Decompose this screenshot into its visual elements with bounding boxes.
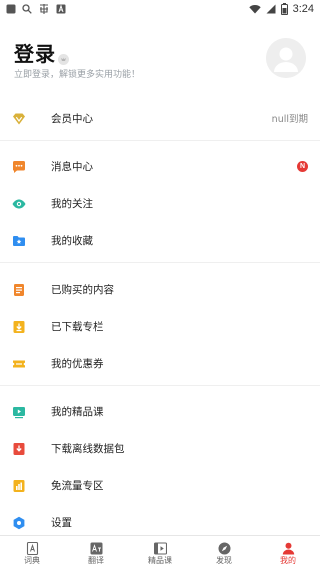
menu-item-my-courses[interactable]: 我的精品课 bbox=[0, 393, 320, 429]
download-icon bbox=[12, 319, 26, 333]
translate-icon bbox=[90, 540, 103, 555]
menu-item-offline-package[interactable]: 下载离线数据包 bbox=[0, 430, 320, 466]
status-bar: 3:24 bbox=[0, 0, 320, 18]
nav-label: 词典 bbox=[24, 556, 40, 565]
nav-label: 精品课 bbox=[148, 556, 172, 565]
menu-item-my-coupons[interactable]: 我的优惠券 bbox=[0, 345, 320, 381]
diamond-icon bbox=[12, 111, 26, 125]
person-icon bbox=[282, 540, 295, 555]
nav-tab-mine[interactable]: 我的 bbox=[256, 536, 320, 570]
app-square-icon bbox=[6, 4, 16, 14]
wifi-icon bbox=[248, 4, 261, 14]
nav-tab-discover[interactable]: 发现 bbox=[192, 536, 256, 570]
nav-label: 发现 bbox=[216, 556, 232, 565]
menu-label: 我的优惠券 bbox=[51, 357, 104, 370]
divider bbox=[0, 385, 320, 386]
data-bars-icon bbox=[12, 478, 26, 492]
divider bbox=[0, 140, 320, 141]
menu-label: 会员中心 bbox=[51, 112, 93, 125]
menu-item-my-favorites[interactable]: 我的收藏 bbox=[0, 222, 320, 258]
nav-tab-dictionary[interactable]: 词典 bbox=[0, 536, 64, 570]
chinese-char-icon bbox=[38, 3, 50, 15]
menu-item-purchased[interactable]: 已购买的内容 bbox=[0, 271, 320, 307]
menu-item-free-traffic-zone[interactable]: 免流量专区 bbox=[0, 467, 320, 503]
login-subtitle: 立即登录，解锁更多实用功能！ bbox=[14, 70, 141, 80]
menu-label: 我的关注 bbox=[51, 197, 93, 210]
menu-label: 免流量专区 bbox=[51, 479, 104, 492]
eye-icon bbox=[12, 196, 26, 210]
compass-icon bbox=[218, 540, 231, 555]
vip-expiry-text: null到期 bbox=[271, 114, 308, 125]
vip-badge-icon bbox=[58, 50, 69, 65]
dictionary-icon bbox=[26, 540, 39, 556]
menu-label: 已购买的内容 bbox=[51, 283, 114, 296]
menu-label: 下载离线数据包 bbox=[51, 442, 125, 455]
status-time: 3:24 bbox=[292, 3, 314, 15]
menu-label: 设置 bbox=[51, 516, 72, 529]
login-title[interactable]: 登录 bbox=[14, 38, 56, 67]
bottom-nav: 词典 翻译 精品课 发现 我的 bbox=[0, 535, 320, 570]
divider bbox=[0, 262, 320, 263]
menu-item-downloaded-columns[interactable]: 已下载专栏 bbox=[0, 308, 320, 344]
ticket-icon bbox=[12, 356, 26, 370]
nav-tab-translate[interactable]: 翻译 bbox=[64, 536, 128, 570]
folder-star-icon bbox=[12, 233, 26, 247]
battery-icon bbox=[280, 3, 288, 15]
nav-label: 翻译 bbox=[88, 556, 104, 565]
profile-header[interactable]: 登录 立即登录，解锁更多实用功能！ bbox=[0, 18, 320, 100]
nav-tab-courses[interactable]: 精品课 bbox=[128, 536, 192, 570]
offline-download-icon bbox=[12, 441, 26, 455]
avatar[interactable] bbox=[266, 38, 306, 78]
nav-label: 我的 bbox=[280, 556, 296, 565]
menu-item-message-center[interactable]: 消息中心 N bbox=[0, 148, 320, 184]
menu-item-my-follows[interactable]: 我的关注 bbox=[0, 185, 320, 221]
notification-badge: N bbox=[297, 160, 308, 172]
menu-label: 消息中心 bbox=[51, 160, 93, 173]
font-a-icon bbox=[56, 4, 66, 14]
search-icon bbox=[22, 4, 32, 14]
video-play-icon bbox=[12, 404, 26, 419]
menu-label: 我的精品课 bbox=[51, 405, 104, 418]
signal-icon bbox=[266, 4, 276, 14]
gear-icon bbox=[12, 515, 26, 530]
course-book-icon bbox=[153, 540, 167, 555]
chat-bubble-icon bbox=[12, 159, 26, 173]
menu-item-vip-center[interactable]: 会员中心 null到期 bbox=[0, 100, 320, 136]
menu-label: 我的收藏 bbox=[51, 234, 93, 247]
menu-label: 已下载专栏 bbox=[51, 320, 104, 333]
receipt-icon bbox=[12, 282, 26, 296]
